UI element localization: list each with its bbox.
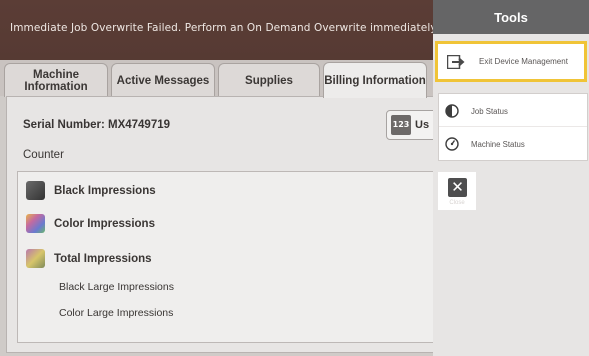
list-item-total-impressions[interactable]: Total Impressions: [26, 249, 152, 268]
tools-panel: Tools Exit Device Management Job Status: [433, 0, 589, 356]
list-item-black-impressions[interactable]: Black Impressions: [26, 181, 156, 200]
black-impressions-icon: [26, 181, 45, 200]
job-status-button[interactable]: Job Status: [445, 101, 508, 121]
status-divider: [439, 126, 587, 127]
status-menu: Job Status Machine Status: [438, 93, 588, 161]
black-large-impressions[interactable]: Black Large Impressions: [59, 281, 174, 293]
tab-supplies[interactable]: Supplies: [218, 63, 320, 97]
tab-machine-information[interactable]: Machine Information: [4, 63, 108, 97]
alert-message: Immediate Job Overwrite Failed. Perform …: [10, 22, 439, 34]
alert-banner: Immediate Job Overwrite Failed. Perform …: [0, 0, 439, 61]
close-button[interactable]: ✕ Close: [438, 172, 476, 210]
color-large-impressions[interactable]: Color Large Impressions: [59, 307, 173, 319]
list-item-label: Color Impressions: [54, 217, 155, 230]
counter-list: Black Impressions Color Impressions Tota…: [17, 171, 438, 343]
tab-billing-information[interactable]: Billing Information: [323, 62, 427, 98]
close-label: Close: [449, 200, 465, 206]
tools-title: Tools: [433, 0, 589, 34]
serial-number: Serial Number: MX4749719: [23, 119, 171, 131]
job-status-icon: [445, 104, 459, 118]
total-impressions-icon: [26, 249, 45, 268]
counter-units-icon: 123: [391, 115, 411, 135]
tab-bar: Machine Information Active Messages Supp…: [0, 60, 433, 98]
device-screen: Immediate Job Overwrite Failed. Perform …: [0, 0, 589, 356]
list-item-label: Black Impressions: [54, 184, 156, 197]
list-item-color-impressions[interactable]: Color Impressions: [26, 214, 155, 233]
machine-status-button[interactable]: Machine Status: [445, 134, 525, 154]
counter-heading: Counter: [23, 149, 64, 161]
exit-device-management-button[interactable]: Exit Device Management: [440, 46, 582, 77]
exit-icon: [447, 54, 465, 69]
tab-active-messages[interactable]: Active Messages: [111, 63, 215, 97]
billing-panel: Serial Number: MX4749719 123 Us Counter …: [6, 96, 446, 353]
close-icon: ✕: [448, 178, 467, 197]
job-status-label: Job Status: [471, 106, 508, 116]
machine-status-icon: [445, 137, 459, 151]
machine-status-label: Machine Status: [471, 139, 525, 149]
units-button-label: Us: [415, 119, 430, 131]
color-impressions-icon: [26, 214, 45, 233]
exit-device-management-label: Exit Device Management: [479, 56, 568, 66]
exit-highlight: Exit Device Management: [435, 41, 587, 82]
list-item-label: Total Impressions: [54, 252, 152, 265]
